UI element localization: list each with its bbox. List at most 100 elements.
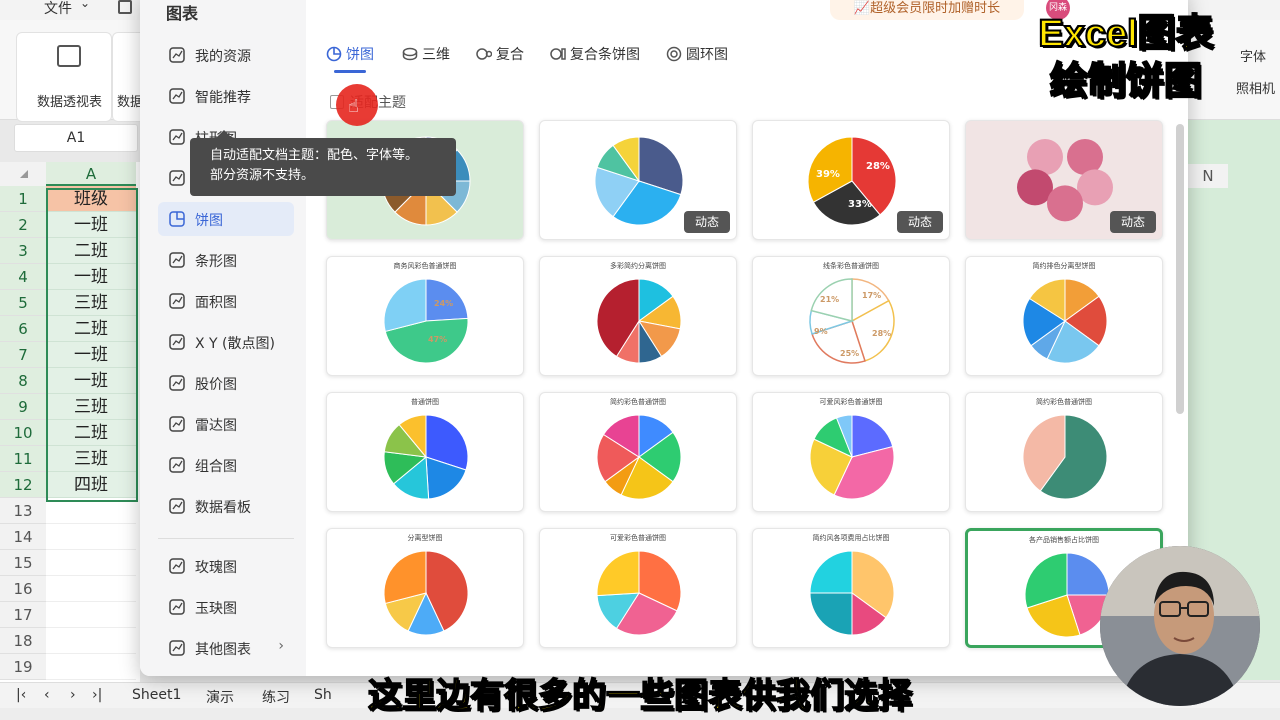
tab-3d-label: 三维 bbox=[422, 47, 450, 63]
3d-pie-icon bbox=[402, 47, 418, 61]
column-header-a[interactable]: A bbox=[46, 162, 136, 186]
table-cell[interactable]: 一班 bbox=[46, 342, 136, 368]
sidebar-item-radar[interactable]: 雷达图 bbox=[158, 407, 294, 441]
chevron-down-icon[interactable]: ⌄ bbox=[80, 0, 90, 10]
table-cell[interactable]: 二班 bbox=[46, 238, 136, 264]
next-sheet-icon[interactable]: › bbox=[70, 687, 76, 703]
row-number[interactable]: 2 bbox=[0, 212, 46, 238]
table-cell[interactable]: 二班 bbox=[46, 316, 136, 342]
chart-template-card[interactable]: 分离型饼图 bbox=[326, 528, 524, 648]
row-number[interactable]: 3 bbox=[0, 238, 46, 264]
table-cell[interactable] bbox=[46, 602, 136, 628]
table-cell[interactable] bbox=[46, 628, 136, 654]
row-number[interactable]: 7 bbox=[0, 342, 46, 368]
table-cell[interactable]: 三班 bbox=[46, 446, 136, 472]
sidebar-item-combo[interactable]: 组合图 bbox=[158, 448, 294, 482]
presenter-image bbox=[1100, 546, 1260, 706]
table-cell[interactable] bbox=[46, 498, 136, 524]
table-cell[interactable]: 一班 bbox=[46, 212, 136, 238]
row-number[interactable]: 5 bbox=[0, 290, 46, 316]
row-number[interactable]: 13 bbox=[0, 498, 46, 524]
sidebar-item-hbar-chart[interactable]: 条形图 bbox=[158, 243, 294, 277]
chart-template-card[interactable]: 可爱彩色普通饼图 bbox=[539, 528, 737, 648]
chart-template-card[interactable]: 线条彩色普通饼图 21% 17% 28% 25% 9% bbox=[752, 256, 950, 376]
sidebar-item-jade[interactable]: 玉玦图 bbox=[158, 590, 294, 624]
row-number[interactable]: 11 bbox=[0, 446, 46, 472]
row-number[interactable]: 17 bbox=[0, 602, 46, 628]
video-subtitle: 这里边有很多的一些图表供我们选择 bbox=[367, 676, 913, 716]
table-cell[interactable] bbox=[46, 524, 136, 550]
pie-slice bbox=[596, 550, 640, 597]
vip-promo-banner[interactable]: 📈超级会员限时加赠时长 bbox=[830, 0, 1024, 20]
chart-template-card[interactable]: 简约风各项费用占比饼图 bbox=[752, 528, 950, 648]
sidebar-item-scatter[interactable]: X Y (散点图) bbox=[158, 325, 294, 359]
sidebar-item-more[interactable]: 其他图表 › bbox=[158, 631, 294, 665]
row-number[interactable]: 18 bbox=[0, 628, 46, 654]
sheet-tab-1[interactable]: Sheet1 bbox=[132, 687, 181, 703]
chart-template-card[interactable]: 简约彩色普通饼图 bbox=[965, 392, 1163, 512]
file-menu[interactable]: 文件 bbox=[44, 0, 72, 18]
table-cell[interactable]: 一班 bbox=[46, 368, 136, 394]
row-number[interactable]: 19 bbox=[0, 654, 46, 680]
tab-doughnut[interactable]: 圆环图 bbox=[666, 44, 728, 74]
gallery-scrollbar[interactable] bbox=[1176, 124, 1184, 414]
table-cell[interactable] bbox=[46, 654, 136, 680]
chart-template-card[interactable]: 可爱风彩色普通饼图 bbox=[752, 392, 950, 512]
row-number[interactable]: 14 bbox=[0, 524, 46, 550]
row-number[interactable]: 9 bbox=[0, 394, 46, 420]
chart-template-card[interactable]: 39% 28% 33% 动态 bbox=[752, 120, 950, 240]
save-icon[interactable] bbox=[118, 0, 132, 14]
row-number[interactable]: 6 bbox=[0, 316, 46, 342]
row-number[interactable]: 4 bbox=[0, 264, 46, 290]
table-cell[interactable]: 三班 bbox=[46, 290, 136, 316]
sidebar-item-stock[interactable]: 股价图 bbox=[158, 366, 294, 400]
chart-template-card[interactable]: 简约彩色普通饼图 bbox=[539, 392, 737, 512]
corner-cell[interactable] bbox=[0, 162, 46, 186]
tab-3d[interactable]: 三维 bbox=[402, 44, 450, 74]
row-number[interactable]: 15 bbox=[0, 550, 46, 576]
sidebar-item-area-chart[interactable]: 面积图 bbox=[158, 284, 294, 318]
table-cell[interactable]: 二班 bbox=[46, 420, 136, 446]
jade-icon bbox=[169, 599, 185, 615]
chart-template-card[interactable]: 普通饼图 bbox=[326, 392, 524, 512]
chart-template-card[interactable]: 动态 bbox=[965, 120, 1163, 240]
sidebar-item-dashboard[interactable]: 数据看板 bbox=[158, 489, 294, 523]
row-number[interactable]: 12 bbox=[0, 472, 46, 498]
dialog-title: 图表 bbox=[166, 4, 199, 23]
prev-sheet-icon[interactable]: ‹ bbox=[44, 687, 50, 703]
chart-template-card[interactable]: 动态 bbox=[539, 120, 737, 240]
column-header-n[interactable]: N bbox=[1188, 164, 1228, 188]
chart-template-card[interactable]: 多彩简约分离饼图 bbox=[539, 256, 737, 376]
tab-bar-of-pie[interactable]: 复合条饼图 bbox=[550, 44, 640, 74]
table-cell[interactable]: 三班 bbox=[46, 394, 136, 420]
tab-compound[interactable]: 复合 bbox=[476, 44, 524, 74]
tab-pie[interactable]: 饼图 bbox=[326, 44, 374, 74]
sidebar-item-user[interactable]: 我的资源 bbox=[158, 38, 294, 72]
last-sheet-icon[interactable]: ›| bbox=[92, 687, 102, 703]
first-sheet-icon[interactable]: |‹ bbox=[16, 687, 26, 703]
pie-thumbnail bbox=[383, 550, 469, 636]
sidebar-item-smart[interactable]: 智能推荐 bbox=[158, 79, 294, 113]
sidebar-item-pie-chart[interactable]: 饼图 bbox=[158, 202, 294, 236]
table-cell[interactable]: 一班 bbox=[46, 264, 136, 290]
tab-bar-of-pie-label: 复合条饼图 bbox=[570, 47, 640, 63]
table-cell[interactable] bbox=[46, 550, 136, 576]
table-cell[interactable] bbox=[46, 576, 136, 602]
row-number[interactable]: 1 bbox=[0, 186, 46, 212]
slice-percent-label: 33% bbox=[848, 199, 872, 210]
row-number[interactable]: 10 bbox=[0, 420, 46, 446]
table-cell[interactable]: 四班 bbox=[46, 472, 136, 498]
sidebar-item-rose[interactable]: 玫瑰图 bbox=[158, 549, 294, 583]
sheet-tab-2[interactable]: 演示 bbox=[206, 687, 234, 707]
pivot-table-button[interactable]: 数据透视表 bbox=[16, 32, 112, 122]
row-number[interactable]: 8 bbox=[0, 368, 46, 394]
row-number[interactable]: 16 bbox=[0, 576, 46, 602]
chart-template-card[interactable]: 简约排色分离型饼图 bbox=[965, 256, 1163, 376]
dynamic-badge: 动态 bbox=[1110, 211, 1156, 233]
header-cell[interactable]: 班级 bbox=[46, 186, 136, 212]
name-box[interactable]: A1 bbox=[14, 124, 138, 152]
slice-percent-label: 9% bbox=[814, 327, 828, 336]
rose-icon bbox=[169, 558, 185, 574]
chart-template-card[interactable]: 商务风彩色普通饼图 24% 47% bbox=[326, 256, 524, 376]
tab-compound-label: 复合 bbox=[496, 47, 524, 63]
